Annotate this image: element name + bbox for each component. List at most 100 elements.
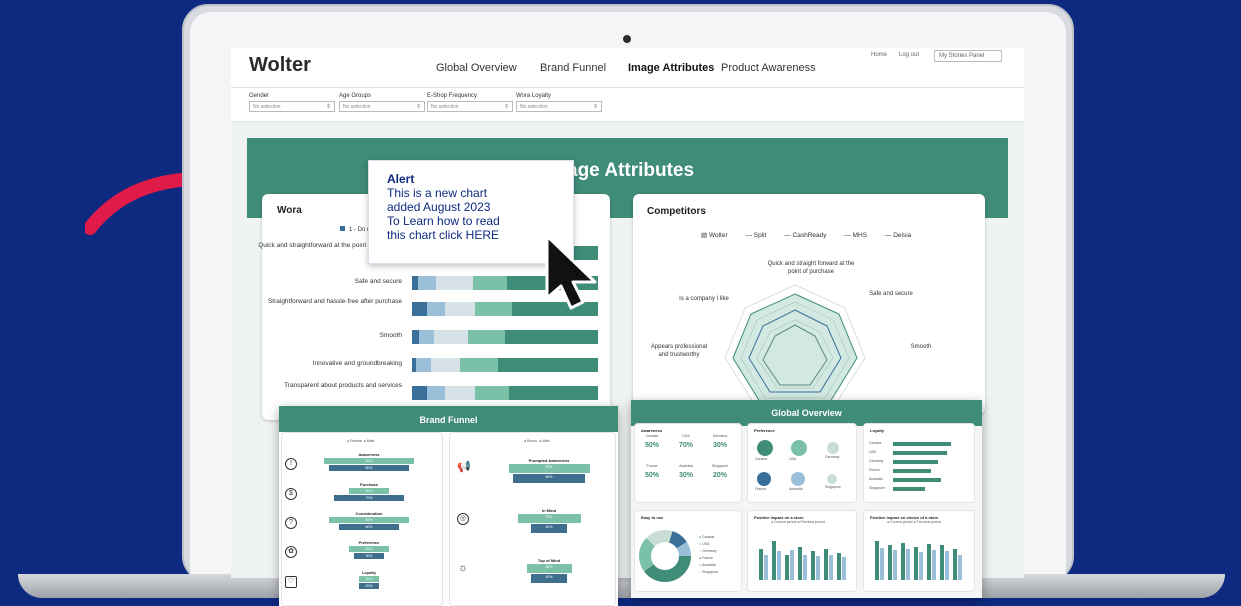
wora-card-title: Wora: [277, 205, 302, 216]
gender-select[interactable]: No selection: [249, 101, 335, 112]
bar-segment: [412, 386, 427, 400]
funnel-bottom-bar: 80%: [513, 474, 585, 483]
bar-segment: [430, 358, 461, 372]
ease-legend-item: ● France: [699, 556, 713, 560]
radar-axis-label: Smooth: [910, 344, 932, 350]
awareness-value: 50%: [644, 472, 659, 479]
global-overview-thumbnail[interactable]: Global Overview Awareness Preference Loy…: [631, 400, 982, 598]
previous-period-bar: [893, 550, 897, 580]
bar-segment: [426, 302, 446, 316]
nav-product-awareness[interactable]: Product Awareness: [721, 62, 816, 74]
wora-attribute-row: Innovative and groundbreaking: [232, 358, 598, 374]
radar-axis-label: Appears professional and trustworthy: [650, 344, 708, 358]
consideration-icon: ?: [285, 517, 297, 529]
bar-segment: [475, 386, 509, 400]
webcam: [623, 35, 631, 43]
age-select[interactable]: No selection: [339, 101, 425, 112]
female-bar: 40%: [349, 546, 389, 552]
loyalty-bar: [893, 460, 938, 464]
eshop-select[interactable]: No selection: [427, 101, 513, 112]
lightbulb-icon: ☼: [457, 562, 469, 574]
funnel-step-label: Prompted Awareness: [528, 458, 570, 463]
previous-period-bar: [919, 552, 923, 580]
funnel-step-label: Purchase: [359, 482, 378, 487]
filter-age: Age Groups No selection: [339, 93, 425, 112]
purchase-icon: $: [285, 488, 297, 500]
ease-legend-item: ● USA: [699, 542, 710, 546]
filter-bar: Gender No selection Age Groups No select…: [231, 88, 1024, 122]
alert-line: added August 2023: [387, 200, 491, 214]
alert-link[interactable]: this chart click HERE: [387, 228, 555, 242]
loyalty-country: Singapore: [869, 486, 885, 490]
preference-country: Singapore: [825, 485, 841, 489]
male-bar: 30%: [354, 553, 384, 559]
preference-icon: ✿: [285, 546, 297, 558]
top-header: Wolter Global Overview Brand Funnel Imag…: [231, 48, 1024, 88]
current-period-bar: [875, 541, 879, 580]
bar-segment: [412, 302, 427, 316]
my-stories-button[interactable]: My Stories Panel: [934, 50, 1002, 62]
current-period-bar: [785, 555, 789, 580]
bar-segment: [426, 386, 446, 400]
legend-delsia: — Delsia: [884, 232, 912, 239]
funnel-right-legend: ● Bonus ● Male: [524, 439, 550, 443]
app-logo[interactable]: Wolter: [249, 54, 311, 77]
choice-legend: ● Current period ● Previous period: [887, 520, 941, 524]
alert-title: Alert: [387, 172, 415, 186]
bar-segment: [504, 330, 598, 344]
male-bar: 20%: [359, 583, 379, 589]
male-bar: 60%: [339, 524, 399, 530]
stacked-bar: [412, 358, 598, 372]
easy-to-use-donut: [639, 530, 691, 582]
funnel-step-label: In Mind: [542, 508, 556, 513]
preference-country: Germany: [825, 455, 840, 459]
nav-image-attributes[interactable]: Image Attributes: [628, 62, 714, 74]
nav-brand-funnel[interactable]: Brand Funnel: [540, 62, 606, 74]
ease-legend-item: ● Germany: [699, 549, 717, 553]
filter-loyalty: Wora Loyalty No selection: [516, 93, 602, 112]
awareness-country: USA: [682, 434, 690, 438]
previous-period-bar: [777, 551, 781, 580]
preference-title: Preference: [754, 428, 775, 433]
logout-link[interactable]: Log out: [899, 52, 919, 58]
home-link[interactable]: Home: [871, 52, 887, 58]
funnel-top-bar: 70%: [517, 514, 581, 523]
previous-period-bar: [945, 551, 949, 580]
current-period-bar: [901, 543, 905, 580]
brand-funnel-thumbnail[interactable]: Brand Funnel ● Female ● Male ● Bonus ● M…: [279, 406, 618, 606]
current-period-bar: [772, 541, 776, 580]
bar-segment: [417, 276, 437, 290]
competitors-legend: ▧ Wolter — Split — CashReady — MHS — Del…: [701, 231, 927, 239]
preference-bubble: [791, 472, 805, 486]
awareness-value: 70%: [678, 442, 693, 449]
store-legend: ● Current period ● Previous period: [771, 520, 825, 524]
legend-mhs: — MHS: [844, 232, 868, 239]
previous-period-bar: [816, 556, 820, 580]
loyalty-country: USA: [869, 450, 877, 454]
preference-country: USA: [789, 457, 797, 461]
bar-segment: [497, 358, 598, 372]
ease-legend-item: ● Singapore: [699, 570, 719, 574]
awareness-country: Australia: [679, 464, 693, 468]
male-bar: 70%: [334, 495, 404, 501]
megaphone-icon: 📢: [457, 461, 471, 473]
loyalty-country: Germany: [869, 459, 884, 463]
preference-country: France: [755, 487, 766, 491]
preference-country: Australia: [789, 487, 803, 491]
filter-gender: Gender No selection: [249, 93, 335, 112]
nav-global-overview[interactable]: Global Overview: [436, 62, 517, 74]
brand-funnel-title: Brand Funnel: [279, 406, 618, 432]
filter-label: Wora Loyalty: [516, 93, 551, 99]
alert-line: To Learn how to read: [387, 214, 500, 228]
loyalty-select[interactable]: No selection: [516, 101, 602, 112]
previous-period-bar: [829, 555, 833, 580]
awareness-icon: !: [285, 458, 297, 470]
legend-split: — Split: [745, 232, 767, 239]
funnel-step-label: Loyalty: [361, 570, 376, 575]
filter-label: E-Shop Frequency: [427, 93, 478, 99]
radar-axis-label: Safe and secure: [869, 291, 913, 297]
loyalty-bar: [893, 442, 951, 446]
wora-attribute-row: Straightforward and hassle-free after pu…: [232, 298, 598, 318]
loyalty-bar: [893, 469, 932, 473]
competitors-card-title: Competitors: [647, 206, 706, 217]
